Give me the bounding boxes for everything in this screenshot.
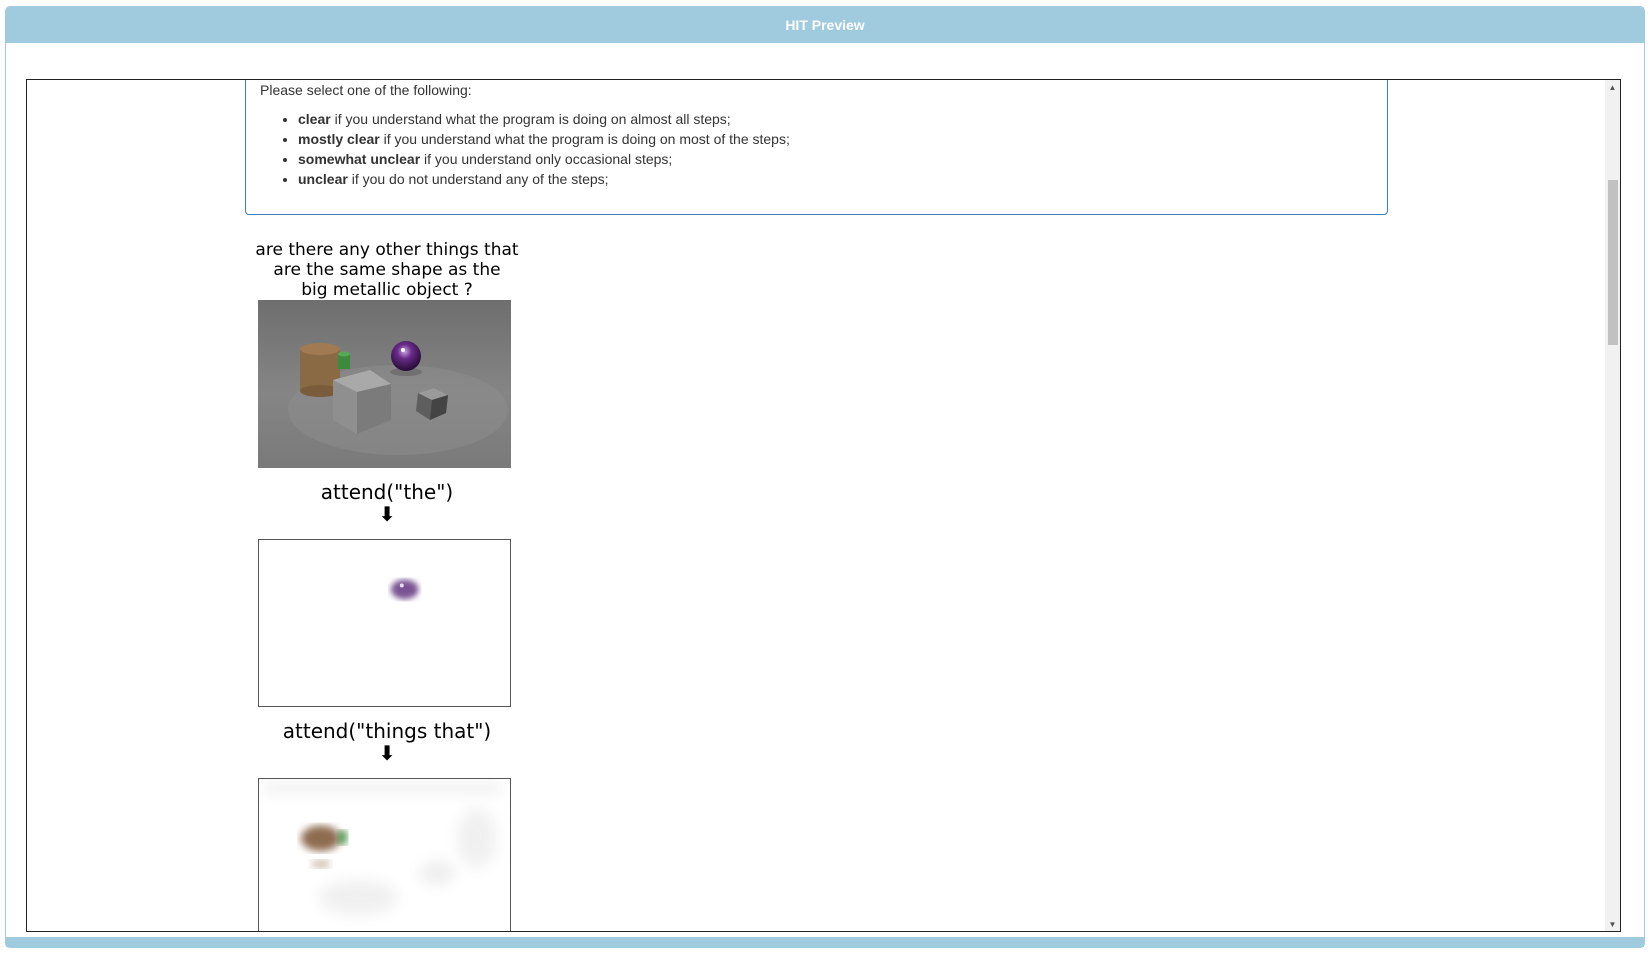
question-line: big metallic object ? — [301, 280, 473, 300]
clarity-options-list: clear if you understand what the program… — [284, 109, 790, 189]
attention-map-2 — [258, 778, 511, 931]
option-desc: if you understand what the program is do… — [379, 131, 790, 147]
option-mostly-clear: mostly clear if you understand what the … — [298, 129, 790, 149]
frame-scrollbar[interactable]: ▲ ▼ — [1605, 80, 1620, 931]
option-unclear: unclear if you do not understand any of … — [298, 169, 790, 189]
task-content: Please select one of the following: clea… — [27, 80, 1607, 931]
triangle-down-icon[interactable]: ▼ — [1605, 917, 1620, 931]
question-line: are there any other things that — [255, 240, 519, 260]
arrow-down-icon: ⬇ — [378, 502, 396, 526]
instructions-prompt: Please select one of the following: — [260, 82, 472, 98]
question-line: are the same shape as the — [273, 260, 501, 280]
scene-image — [258, 300, 511, 468]
task-frame: Please select one of the following: clea… — [26, 79, 1621, 932]
option-term: somewhat unclear — [298, 151, 421, 167]
hit-preview-window: HIT Preview Please select one of the fol… — [5, 6, 1645, 948]
step-title: attend("the") — [320, 480, 454, 504]
question-text: are there any other things that are the … — [247, 240, 527, 300]
window-title: HIT Preview — [6, 7, 1644, 43]
option-term: mostly clear — [298, 131, 380, 147]
step-2-header: attend("things that") ⬇ — [247, 719, 527, 763]
window-bottom-bar — [6, 937, 1644, 947]
attention-map-1 — [258, 539, 511, 707]
option-desc: if you understand only occasional steps; — [420, 151, 673, 167]
option-desc: if you do not understand any of the step… — [347, 171, 609, 187]
option-term: clear — [298, 111, 331, 127]
step-title: attend("things that") — [282, 719, 492, 743]
instructions-panel: Please select one of the following: clea… — [245, 80, 1388, 215]
scroll-thumb[interactable] — [1608, 180, 1618, 345]
arrow-down-icon: ⬇ — [378, 741, 396, 765]
option-desc: if you understand what the program is do… — [330, 111, 731, 127]
option-term: unclear — [298, 171, 348, 187]
option-clear: clear if you understand what the program… — [298, 109, 790, 129]
triangle-up-icon[interactable]: ▲ — [1605, 80, 1620, 94]
option-somewhat-unclear: somewhat unclear if you understand only … — [298, 149, 790, 169]
step-1-header: attend("the") ⬇ — [247, 480, 527, 524]
